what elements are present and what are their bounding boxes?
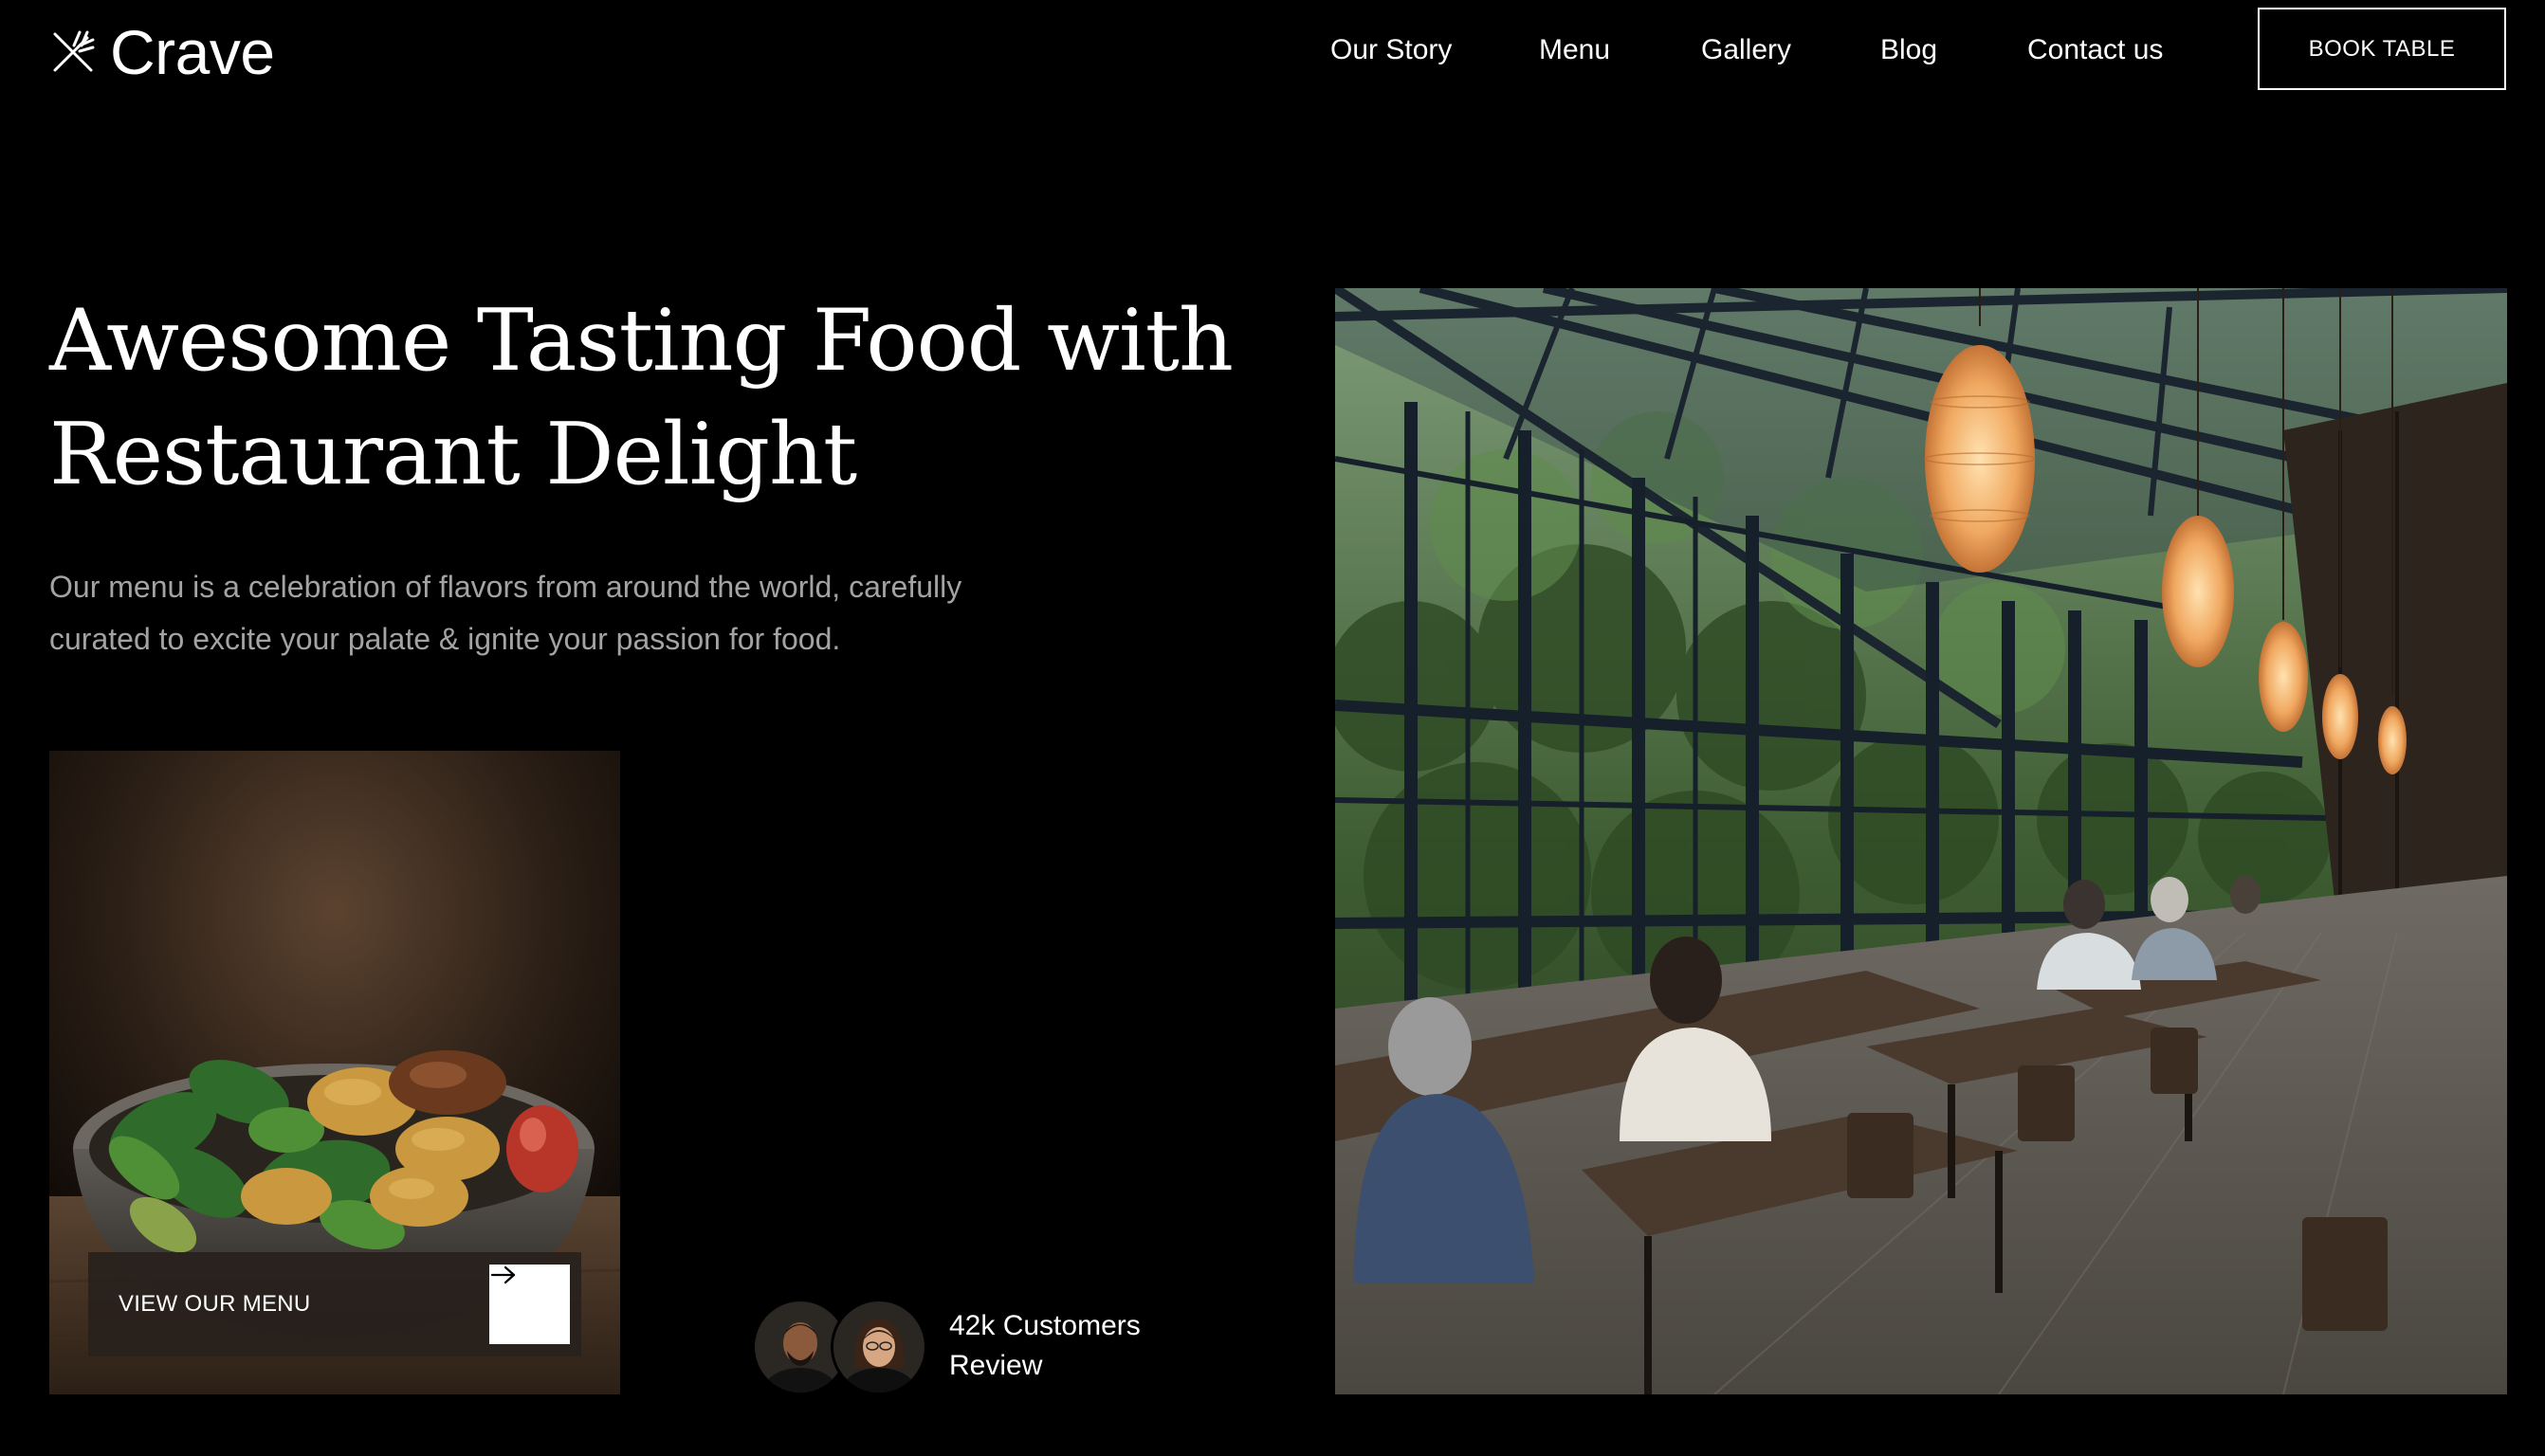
arrow-right-icon[interactable] <box>489 1265 570 1344</box>
customer-avatars <box>752 1299 927 1395</box>
hero-subtitle-line-2: curated to excite your palate & ignite y… <box>49 622 841 656</box>
brand-logo[interactable]: Crave <box>49 21 275 83</box>
restaurant-interior-photo <box>1335 288 2507 1394</box>
nav-link-menu[interactable]: Menu <box>1539 30 1610 70</box>
customer-review-count: 42k Customers Review <box>949 1306 1141 1386</box>
restaurant-interior-illustration <box>1335 288 2507 1394</box>
fork-knife-icon <box>53 30 95 72</box>
view-menu-button[interactable]: VIEW OUR MENU <box>88 1252 581 1356</box>
brand-name: Crave <box>110 17 275 87</box>
view-menu-label: VIEW OUR MENU <box>119 1291 311 1317</box>
hero-subtitle: Our menu is a celebration of flavors fro… <box>49 561 1092 665</box>
review-line-2: Review <box>949 1350 1043 1381</box>
review-line-1: 42k Customers <box>949 1310 1141 1341</box>
nav-link-contact-us[interactable]: Contact us <box>2027 30 2163 70</box>
customer-avatar-woman <box>831 1299 927 1395</box>
book-table-button[interactable]: BOOK TABLE <box>2258 8 2506 90</box>
hero-title-line-1: Awesome Tasting Food with <box>49 291 1234 391</box>
nav-link-blog[interactable]: Blog <box>1880 30 1937 70</box>
nav-link-gallery[interactable]: Gallery <box>1701 30 1791 70</box>
nav-link-our-story[interactable]: Our Story <box>1330 30 1452 70</box>
hero-title: Awesome Tasting Food with Restaurant Del… <box>49 284 1282 512</box>
food-bowl-photo: VIEW OUR MENU <box>49 751 620 1394</box>
hero-subtitle-line-1: Our menu is a celebration of flavors fro… <box>49 570 962 604</box>
hero-title-line-2: Restaurant Delight <box>49 405 857 504</box>
